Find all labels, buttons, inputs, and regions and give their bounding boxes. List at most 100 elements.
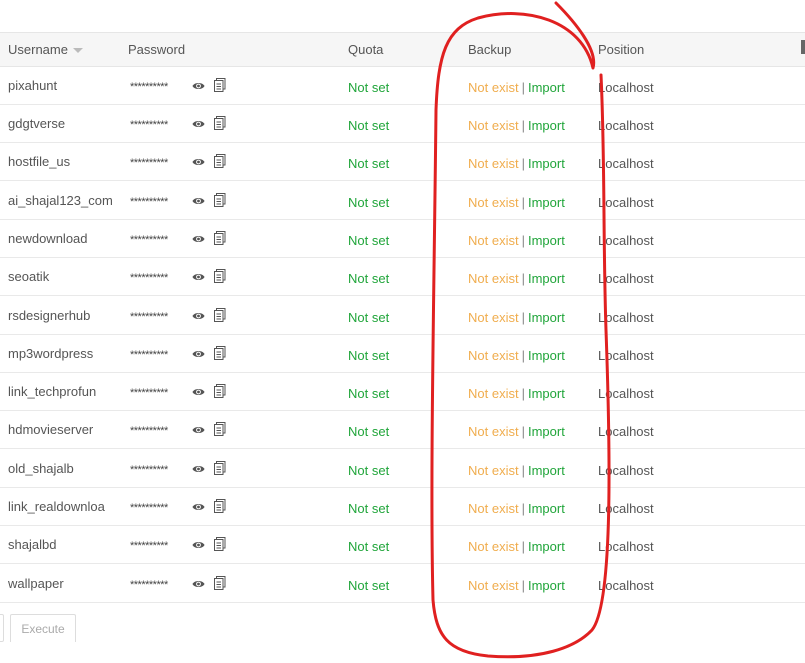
- quota-link[interactable]: Not set: [348, 271, 389, 286]
- batch-select-button[interactable]: [0, 614, 4, 642]
- eye-icon[interactable]: [192, 347, 205, 362]
- backup-status: Not exist: [468, 80, 519, 95]
- backup-cell: Not exist | Import: [468, 578, 565, 593]
- quota-link[interactable]: Not set: [348, 424, 389, 439]
- copy-icon[interactable]: [214, 154, 226, 171]
- backup-status: Not exist: [468, 195, 519, 210]
- quota-link[interactable]: Not set: [348, 80, 389, 95]
- backup-status: Not exist: [468, 348, 519, 363]
- table-row: link_techprofun ********** Not set Not exis…: [0, 373, 805, 411]
- import-link[interactable]: Import: [528, 463, 565, 478]
- import-link[interactable]: Import: [528, 386, 565, 401]
- eye-icon[interactable]: [192, 309, 205, 324]
- quota-link[interactable]: Not set: [348, 156, 389, 171]
- import-link[interactable]: Import: [528, 348, 565, 363]
- column-header-password: Password: [128, 42, 186, 57]
- backup-cell: Not exist | Import: [468, 118, 565, 133]
- password-masked: **********: [130, 502, 168, 514]
- backup-cell: Not exist | Import: [468, 463, 565, 478]
- eye-icon[interactable]: [192, 385, 205, 400]
- username-cell: link_realdownloa: [8, 499, 105, 514]
- copy-icon[interactable]: [214, 499, 226, 516]
- eye-icon[interactable]: [192, 462, 205, 477]
- eye-icon[interactable]: [192, 194, 205, 209]
- quota-link[interactable]: Not set: [348, 310, 389, 325]
- position-cell: Localhost: [598, 578, 654, 593]
- separator: |: [521, 539, 525, 554]
- position-cell: Localhost: [598, 463, 654, 478]
- import-link[interactable]: Import: [528, 80, 565, 95]
- eye-icon[interactable]: [192, 155, 205, 170]
- import-link[interactable]: Import: [528, 539, 565, 554]
- quota-link[interactable]: Not set: [348, 195, 389, 210]
- username-cell: newdownload: [8, 231, 88, 246]
- username-cell: old_shajalb: [8, 461, 74, 476]
- copy-icon[interactable]: [214, 576, 226, 593]
- eye-icon[interactable]: [192, 423, 205, 438]
- import-link[interactable]: Import: [528, 271, 565, 286]
- username-cell: rsdesignerhub: [8, 308, 91, 323]
- column-header-quota: Quota: [348, 42, 384, 57]
- copy-icon[interactable]: [214, 537, 226, 554]
- table-row: wallpaper ********** Not set Not exist | Impo…: [0, 565, 805, 603]
- position-cell: Localhost: [598, 118, 654, 133]
- separator: |: [521, 271, 525, 286]
- eye-icon[interactable]: [192, 500, 205, 515]
- username-cell: mp3wordpress: [8, 346, 94, 361]
- import-link[interactable]: Import: [528, 233, 565, 248]
- column-header-username[interactable]: Username: [8, 42, 83, 57]
- quota-link[interactable]: Not set: [348, 539, 389, 554]
- copy-icon[interactable]: [214, 422, 226, 439]
- username-cell: gdgtverse: [8, 116, 66, 131]
- backup-cell: Not exist | Import: [468, 539, 565, 554]
- quota-link[interactable]: Not set: [348, 348, 389, 363]
- eye-icon[interactable]: [192, 577, 205, 592]
- copy-icon[interactable]: [214, 346, 226, 363]
- copy-icon[interactable]: [214, 193, 226, 210]
- quota-link[interactable]: Not set: [348, 118, 389, 133]
- separator: |: [521, 80, 525, 95]
- copy-icon[interactable]: [214, 116, 226, 133]
- backup-cell: Not exist | Import: [468, 156, 565, 171]
- separator: |: [521, 463, 525, 478]
- execute-button[interactable]: Execute: [10, 614, 76, 642]
- import-link[interactable]: Import: [528, 156, 565, 171]
- copy-icon[interactable]: [214, 78, 226, 95]
- password-masked: **********: [130, 579, 168, 591]
- copy-icon[interactable]: [214, 384, 226, 401]
- eye-icon[interactable]: [192, 270, 205, 285]
- backup-cell: Not exist | Import: [468, 80, 565, 95]
- separator: |: [521, 233, 525, 248]
- position-cell: Localhost: [598, 310, 654, 325]
- copy-icon[interactable]: [214, 231, 226, 248]
- quota-link[interactable]: Not set: [348, 386, 389, 401]
- separator: |: [521, 386, 525, 401]
- quota-link[interactable]: Not set: [348, 463, 389, 478]
- position-cell: Localhost: [598, 80, 654, 95]
- quota-link[interactable]: Not set: [348, 578, 389, 593]
- column-header-backup: Backup: [468, 42, 512, 57]
- import-link[interactable]: Import: [528, 501, 565, 516]
- copy-icon[interactable]: [214, 308, 226, 325]
- eye-icon[interactable]: [192, 117, 205, 132]
- import-link[interactable]: Import: [528, 424, 565, 439]
- copy-icon[interactable]: [214, 269, 226, 286]
- column-header-username-label: Username: [8, 42, 68, 57]
- table-row: pixahunt ********** Not set Not exist | Impor…: [0, 67, 805, 105]
- table-row: old_shajalb ********** Not set Not exist | Im…: [0, 450, 805, 488]
- import-link[interactable]: Import: [528, 578, 565, 593]
- import-link[interactable]: Import: [528, 118, 565, 133]
- import-link[interactable]: Import: [528, 195, 565, 210]
- backup-cell: Not exist | Import: [468, 501, 565, 516]
- sort-down-icon[interactable]: [72, 48, 83, 54]
- copy-icon[interactable]: [214, 461, 226, 478]
- quota-link[interactable]: Not set: [348, 233, 389, 248]
- username-cell: seoatik: [8, 269, 50, 284]
- import-link[interactable]: Import: [528, 310, 565, 325]
- password-masked: **********: [130, 387, 168, 399]
- table-row: hostfile_us ********** Not set Not exist | Im…: [0, 143, 805, 181]
- eye-icon[interactable]: [192, 538, 205, 553]
- eye-icon[interactable]: [192, 79, 205, 94]
- eye-icon[interactable]: [192, 232, 205, 247]
- quota-link[interactable]: Not set: [348, 501, 389, 516]
